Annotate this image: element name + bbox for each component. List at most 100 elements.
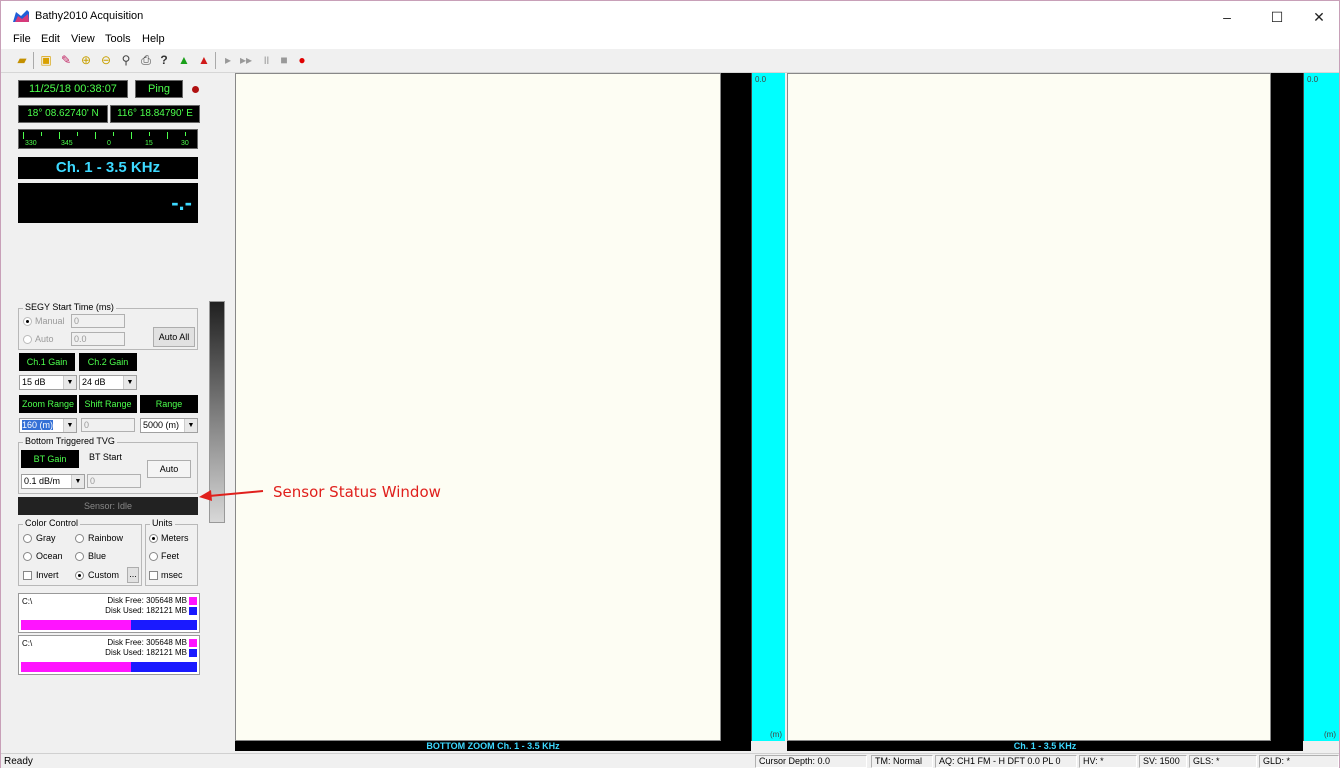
bt-gain-label: BT Gain <box>21 450 79 468</box>
zoom-in-icon[interactable]: ⊕ <box>77 52 95 69</box>
datetime-display: 11/25/18 00:38:07 <box>18 80 128 98</box>
longitude-display: 116° 18.84790' E <box>110 105 200 123</box>
units-meters-radio[interactable] <box>149 534 158 543</box>
ch1-gain-select[interactable]: 15 dB ▼ <box>19 375 77 390</box>
scale-unit-label: (m) <box>1324 730 1336 739</box>
color-rainbow-label: Rainbow <box>88 533 124 543</box>
window-title: Bathy2010 Acquisition <box>35 10 144 22</box>
compass-tick <box>167 132 168 139</box>
auto-all-button[interactable]: Auto All <box>153 327 195 347</box>
bottom-zoom-profile-strip <box>721 73 751 741</box>
gld-status: GLD: * <box>1259 755 1339 768</box>
zoom-out-icon[interactable]: ⊖ <box>97 52 115 69</box>
disk-usage-panel: C:\ Disk Free: 305648 MB Disk Used: 1821… <box>18 593 200 633</box>
pen-icon[interactable]: ✎ <box>57 52 75 69</box>
segy-manual-field[interactable]: 0 <box>71 314 125 328</box>
open-folder-icon[interactable]: ▰ <box>13 52 31 69</box>
custom-color-button[interactable]: ... <box>127 567 139 583</box>
color-gray-radio[interactable] <box>23 534 32 543</box>
ping-button[interactable]: Ping <box>135 80 183 98</box>
maximize-button[interactable]: ☐ <box>1257 5 1297 29</box>
color-blue-label: Blue <box>88 551 107 561</box>
chevron-down-icon: ▼ <box>123 376 136 389</box>
toolbar-separator <box>33 52 34 69</box>
ship-red-icon[interactable]: ▲ <box>195 52 213 69</box>
cursor-depth-status: Cursor Depth: 0.0 <box>755 755 867 768</box>
msec-label: msec <box>161 570 183 580</box>
units-group: Units Meters Feet msec <box>145 518 198 586</box>
chevron-down-icon: ▼ <box>184 419 197 432</box>
play-icon[interactable]: ▸ <box>219 52 237 69</box>
invert-checkbox[interactable] <box>23 571 32 580</box>
color-custom-radio[interactable] <box>75 571 84 580</box>
toolbar: ▰ ▣ ✎ ⊕ ⊖ ⚲ ⎙ ? ▲ ▲ ▸ ▸▸ ॥ ■ ● <box>1 49 1339 73</box>
help-icon[interactable]: ? <box>155 52 173 69</box>
compass-label: 15 <box>145 140 153 147</box>
menu-file[interactable]: File <box>13 33 31 45</box>
chevron-down-icon: ▼ <box>63 419 76 432</box>
disk-usage-bar <box>21 662 197 672</box>
status-bar: Ready Cursor Depth: 0.0 TM: Normal AQ: C… <box>1 753 1339 768</box>
menu-edit[interactable]: Edit <box>41 33 60 45</box>
title-bar: Bathy2010 Acquisition – ☐ ✕ <box>1 1 1339 31</box>
units-feet-radio[interactable] <box>149 552 158 561</box>
sv-status: SV: 1500 <box>1139 755 1187 768</box>
compass-tick <box>149 132 150 136</box>
menu-view[interactable]: View <box>71 33 95 45</box>
main-profile-strip <box>1271 73 1303 741</box>
shift-range-label: Shift Range <box>79 395 137 413</box>
ch1-gain-label: Ch.1 Gain <box>19 353 75 371</box>
compass-tick <box>23 132 24 139</box>
ship-green-icon[interactable]: ▲ <box>175 52 193 69</box>
fast-forward-icon[interactable]: ▸▸ <box>237 52 255 69</box>
print-icon[interactable]: ⎙ <box>137 52 155 69</box>
disk-free-swatch <box>189 639 197 647</box>
record-icon[interactable]: ● <box>293 52 311 69</box>
color-ocean-radio[interactable] <box>23 552 32 561</box>
close-button[interactable]: ✕ <box>1299 5 1339 29</box>
main-echogram-pane[interactable] <box>787 73 1271 741</box>
range-value: 5000 (m) <box>143 420 180 430</box>
ch2-gain-select[interactable]: 24 dB ▼ <box>79 375 137 390</box>
minimize-button[interactable]: – <box>1207 5 1247 29</box>
latitude-display: 18° 08.62740' N <box>18 105 108 123</box>
disk-drive-label: C:\ <box>22 639 33 648</box>
ch1-gain-value: 15 dB <box>22 377 46 387</box>
zoom-range-select[interactable]: 160 (m) ▼ <box>19 418 77 433</box>
magnify-icon[interactable]: ⚲ <box>117 52 135 69</box>
compass-tick <box>77 132 78 136</box>
range-label: Range <box>140 395 198 413</box>
toolbar-separator <box>215 52 216 69</box>
segy-auto-field[interactable]: 0.0 <box>71 332 125 346</box>
color-rainbow-radio[interactable] <box>75 534 84 543</box>
ch2-gain-value: 24 dB <box>82 377 106 387</box>
hv-status: HV: * <box>1079 755 1137 768</box>
bottom-zoom-caption: BOTTOM ZOOM Ch. 1 - 3.5 KHz <box>235 741 751 751</box>
shift-range-field[interactable]: 0 <box>81 418 135 432</box>
camera-icon[interactable]: ▣ <box>37 52 55 69</box>
compass-tick <box>131 132 132 139</box>
disk-used-label: Disk Used: 182121 MB <box>105 606 187 615</box>
segy-auto-radio[interactable] <box>23 335 32 344</box>
segy-manual-radio[interactable] <box>23 317 32 326</box>
bt-gain-select[interactable]: 0.1 dB/m ▼ <box>21 474 85 489</box>
menu-tools[interactable]: Tools <box>105 33 131 45</box>
menu-help[interactable]: Help <box>142 33 165 45</box>
bottom-zoom-pane[interactable] <box>235 73 721 741</box>
channel-display: Ch. 1 - 3.5 KHz <box>18 157 198 179</box>
annotation-label: Sensor Status Window <box>273 483 441 501</box>
status-ready: Ready <box>4 756 33 767</box>
main-depth-scale: 0.0 (m) <box>1303 73 1339 741</box>
tvg-auto-button[interactable]: Auto <box>147 460 191 478</box>
msec-checkbox[interactable] <box>149 571 158 580</box>
range-select[interactable]: 5000 (m) ▼ <box>140 418 198 433</box>
color-custom-label: Custom <box>88 570 120 580</box>
bt-start-field[interactable]: 0 <box>87 474 141 488</box>
heading-compass: 330 345 0 15 30 <box>18 129 198 149</box>
bt-start-label: BT Start <box>89 452 122 462</box>
stop-icon[interactable]: ■ <box>275 52 293 69</box>
pause-icon[interactable]: ॥ <box>257 52 275 69</box>
annotation-arrow-icon <box>199 490 264 501</box>
color-blue-radio[interactable] <box>75 552 84 561</box>
aq-status: AQ: CH1 FM - H DFT 0.0 PL 0 <box>935 755 1077 768</box>
